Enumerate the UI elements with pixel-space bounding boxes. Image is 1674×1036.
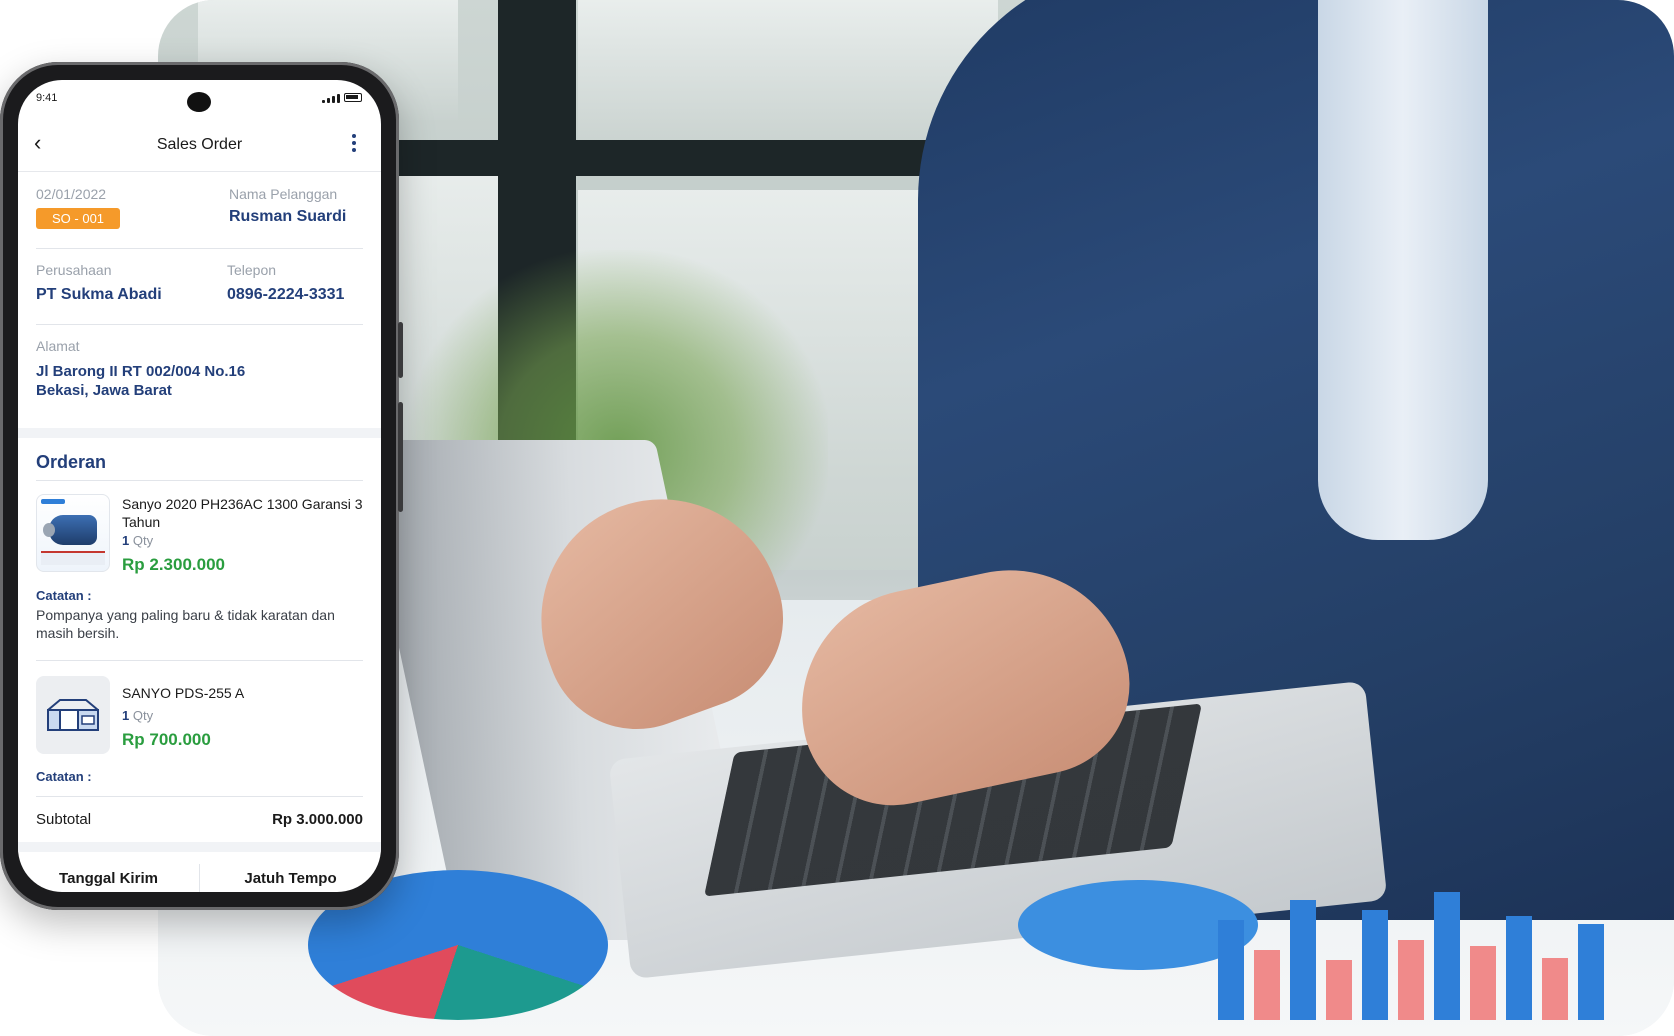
page-title: Sales Order [156, 136, 243, 153]
due-date-label: Jatuh Tempo [244, 870, 337, 887]
so-number-badge: SO - 001 [36, 208, 121, 229]
more-options-icon[interactable] [350, 134, 358, 152]
subtotal-value: Rp 3.000.000 [272, 811, 363, 828]
address-line-1: Jl Barong II RT 002/004 No.16 [36, 363, 246, 380]
company-name: PT Sukma Abadi [36, 286, 162, 303]
address-label: Alamat [36, 338, 80, 354]
phone-label: Telepon [227, 262, 277, 278]
item-name: SANYO PDS-255 A [122, 685, 245, 701]
package-placeholder-icon [36, 676, 110, 754]
item-price: Rp 700.000 [122, 730, 211, 749]
subtotal-label: Subtotal [36, 811, 92, 828]
item-qty: 1 Qty [122, 533, 154, 548]
address-line-2: Bekasi, Jawa Barat [36, 382, 172, 399]
order-date: 02/01/2022 [36, 186, 107, 202]
bar-chart-paper [1218, 880, 1638, 1020]
customer-label: Nama Pelanggan [229, 186, 338, 202]
orders-section-title: Orderan [36, 452, 107, 472]
phone-mockup: 9:41 ‹ Sales Order 02/01/2022 SO - 001 N… [0, 62, 403, 910]
phone-screen: 9:41 ‹ Sales Order 02/01/2022 SO - 001 N… [18, 80, 381, 892]
battery-icon [344, 93, 362, 102]
company-label: Perusahaan [36, 262, 112, 278]
phone-number[interactable]: 0896-2224-3331 [227, 286, 344, 304]
front-camera [187, 92, 211, 112]
water-pump-product-image [36, 494, 110, 572]
item-qty: 1 Qty [122, 708, 154, 723]
status-time: 9:41 [36, 92, 58, 104]
signal-icon [322, 94, 340, 103]
note-label: Catatan : [36, 769, 92, 784]
note-text: Pompanya yang paling baru & tidak karata… [36, 607, 335, 641]
ship-date-label: Tanggal Kirim [59, 870, 158, 887]
customer-name: Rusman Suardi [229, 208, 347, 225]
item-name: Sanyo 2020 PH236AC 1300 Garansi 3 Tahun [122, 496, 363, 530]
status-bar: 9:41 [18, 80, 381, 120]
note-label: Catatan : [36, 588, 92, 603]
item-price: Rp 2.300.000 [122, 555, 226, 574]
app-bar: ‹ Sales Order [18, 120, 381, 172]
